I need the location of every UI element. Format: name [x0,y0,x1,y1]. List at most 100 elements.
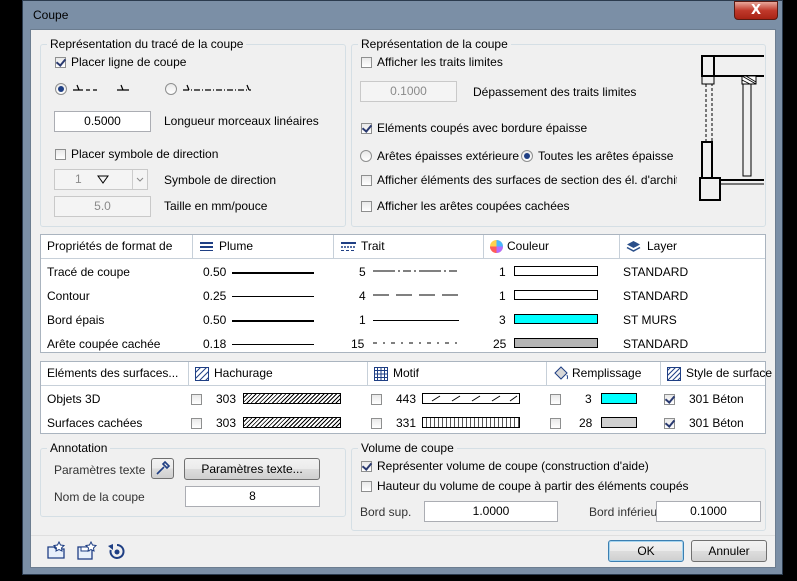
bord-inf-input[interactable]: 0.1000 [656,501,761,522]
plume-line [232,320,314,322]
nom-coupe-label: Nom de la coupe [54,490,145,504]
aretes-ext-radio[interactable] [360,150,372,162]
paint-bucket-icon [554,366,568,380]
surface-row-style[interactable]: 301 Béton [689,392,744,406]
line-style-radio-1[interactable] [55,83,67,95]
save-favorites-icon[interactable] [76,541,98,561]
representer-volume-label: Représenter volume de coupe (constructio… [377,459,649,473]
surface-row-motif[interactable]: 443 [396,392,416,406]
symbole-label: Symbole de direction [164,173,277,187]
hauteur-volume-checkbox[interactable] [361,481,372,492]
surface-row-name: Surfaces cachées [47,416,143,430]
title-bar[interactable]: Coupe X [23,1,782,29]
triangle-down-icon [97,175,109,184]
format-row-plume[interactable]: 0.50 [203,313,226,327]
format-row-trait[interactable]: 1 [359,313,366,327]
fill-swatch [601,393,637,404]
hatch-icon [195,367,209,381]
taille-input[interactable]: 5.0 [54,196,151,217]
representer-volume-checkbox[interactable] [361,461,372,472]
surface-row-style[interactable]: 301 Béton [689,416,744,430]
taille-label: Taille en mm/pouce [164,199,268,213]
fill-swatch [601,417,637,428]
reset-icon[interactable] [107,541,127,561]
format-row-name: Arête coupée cachée [47,337,161,351]
color-swatch [514,338,598,348]
trait-icon [341,242,356,251]
elements-bordure-checkbox[interactable] [361,123,372,134]
bord-sup-label: Bord sup. [360,505,412,519]
format-row-trait[interactable]: 5 [359,265,366,279]
format-table: Propriétés de format de Plume Trait Coul… [40,234,766,353]
line-style-radio-2[interactable] [165,83,177,95]
longueur-input[interactable]: 0.5000 [54,111,151,132]
style-checkbox[interactable] [664,418,675,429]
surface-table: Eléments des surfaces... Hachurage Motif… [40,361,772,434]
section-preview-image [699,55,764,201]
format-row-plume[interactable]: 0.50 [203,265,226,279]
afficher-elements-checkbox[interactable] [361,175,372,186]
format-row-couleur[interactable]: 25 [493,337,506,351]
params-texte-button[interactable]: Paramètres texte... [184,458,320,480]
format-row-couleur[interactable]: 3 [499,313,506,327]
surface-header-elements: Eléments des surfaces... [47,366,179,380]
surface-header-style: Style de surface [686,366,773,380]
aretes-cachees-label: Afficher les arêtes coupées cachées [377,199,570,213]
trait-pattern-line [373,320,459,321]
cancel-button[interactable]: Annuler [691,540,767,562]
format-header-couleur: Couleur [507,239,550,253]
motif-checkbox[interactable] [371,394,382,405]
trait-pattern-line [373,270,459,272]
format-header-plume: Plume [219,239,254,253]
style-checkbox[interactable] [664,394,675,405]
format-row-couleur[interactable]: 1 [499,289,506,303]
toutes-aretes-radio[interactable] [521,150,533,162]
longueur-label: Longueur morceaux linéaires [164,114,319,128]
bord-sup-input[interactable]: 1.0000 [424,501,558,522]
layer-icon [626,241,641,252]
color-swatch [514,266,598,276]
format-row-trait[interactable]: 4 [359,289,366,303]
nom-coupe-input[interactable]: 8 [185,486,320,507]
format-row-couleur[interactable]: 1 [499,265,506,279]
format-row-plume[interactable]: 0.18 [203,337,226,351]
format-row-name: Bord épais [47,313,105,327]
format-row-trait[interactable]: 15 [351,337,364,351]
motif-swatch [422,393,520,404]
surface-row-remplissage[interactable]: 28 [579,416,592,430]
motif-checkbox[interactable] [371,418,382,429]
depassement-input[interactable]: 0.1000 [360,81,457,102]
surface-row-motif[interactable]: 331 [396,416,416,430]
placer-ligne-checkbox[interactable] [55,57,66,68]
symbole-select[interactable]: 1 [54,169,148,190]
pipette-icon [156,460,171,475]
surface-row-remplissage[interactable]: 3 [585,392,592,406]
hatch-swatch [243,417,341,428]
ok-button[interactable]: OK [608,540,684,562]
remplissage-checkbox[interactable] [550,394,561,405]
aretes-cachees-checkbox[interactable] [361,201,372,212]
format-row-layer[interactable]: STANDARD [623,265,688,279]
hachurage-checkbox[interactable] [191,418,202,429]
elements-bordure-label: Eléments coupés avec bordure épaisse [377,121,588,135]
format-row-layer[interactable]: STANDARD [623,289,688,303]
symbole-select-value: 1 [75,172,82,186]
close-button[interactable]: X [734,1,778,20]
format-table-header: Propriétés de format de Plume Trait Coul… [41,235,765,259]
format-row-plume[interactable]: 0.25 [203,289,226,303]
remplissage-checkbox[interactable] [550,418,561,429]
surface-row-hachurage[interactable]: 303 [216,392,236,406]
line-style-1-icon [73,84,129,91]
hachurage-checkbox[interactable] [191,394,202,405]
format-row-layer[interactable]: STANDARD [623,337,688,351]
hauteur-volume-label: Hauteur du volume de coupe à partir des … [377,479,689,493]
text-params-icon-button[interactable] [151,458,174,479]
surface-row-hachurage[interactable]: 303 [216,416,236,430]
bord-inf-label: Bord inférieur [589,505,657,519]
dialog-client: Représentation du tracé de la coupe Plac… [30,29,776,568]
format-row-layer[interactable]: ST MURS [623,313,677,327]
traits-limites-checkbox[interactable] [361,57,372,68]
open-favorites-icon[interactable] [46,541,68,561]
surface-style-icon [667,367,681,381]
placer-symbole-checkbox[interactable] [55,149,66,160]
